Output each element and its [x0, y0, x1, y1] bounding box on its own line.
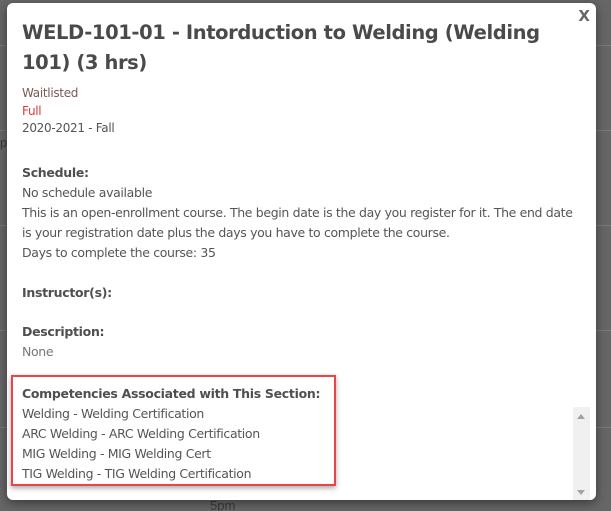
open-enrollment-note: This is an open-enrollment course. The b…: [22, 204, 573, 240]
schedule-availability: No schedule available: [22, 184, 153, 200]
competency-item: ARC Welding - ARC Welding Certification: [22, 426, 260, 441]
description-value: None: [22, 343, 54, 359]
schedule-section: Schedule: No schedule available This is …: [22, 163, 574, 263]
waitlisted-status: Waitlisted: [22, 86, 79, 100]
instructors-label: Instructor(s):: [22, 284, 112, 300]
full-status: Full: [22, 103, 42, 118]
competency-item: Welding - Welding Certification: [22, 406, 204, 421]
days-to-complete: Days to complete the course: 35: [22, 244, 216, 260]
competencies-highlight: Competencies Associated with This Sectio…: [11, 375, 336, 486]
competency-item: TIG Welding - TIG Welding Certification: [22, 466, 252, 481]
section-details-modal: X WELD-101-01 - Intorduction to Welding …: [7, 3, 596, 500]
term-label: 2020-2021 - Fall: [22, 121, 115, 135]
scroll-up-arrow-icon[interactable]: [577, 414, 585, 419]
description-label: Description:: [22, 323, 105, 339]
instructors-section: Instructor(s):: [22, 283, 574, 303]
competencies-label: Competencies Associated with This Sectio…: [22, 386, 321, 401]
close-button[interactable]: X: [578, 7, 590, 25]
scroll-down-arrow-icon[interactable]: [577, 490, 585, 495]
modal-content: WELD-101-01 - Intorduction to Welding (W…: [22, 18, 574, 362]
schedule-label: Schedule:: [22, 164, 89, 180]
competencies-scrollbar[interactable]: [573, 407, 590, 500]
competency-item: MIG Welding - MIG Welding Cert: [22, 446, 211, 461]
modal-title: WELD-101-01 - Intorduction to Welding (W…: [22, 21, 540, 74]
description-section: Description: None: [22, 322, 574, 362]
